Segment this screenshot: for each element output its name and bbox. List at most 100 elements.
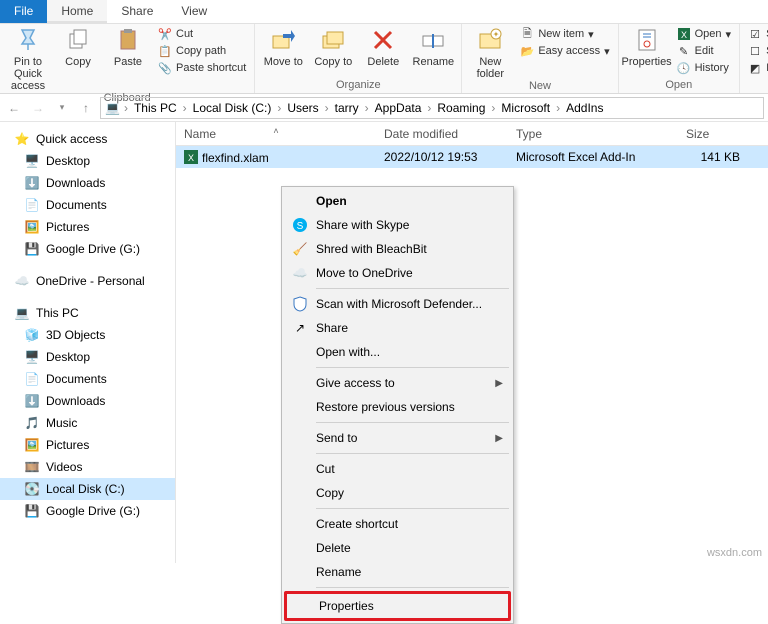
shortcut-icon: 📎 — [158, 61, 172, 75]
ctx-properties[interactable]: Properties — [287, 594, 508, 618]
group-select-label: Select — [746, 79, 768, 91]
edit-btn[interactable]: ✎Edit — [675, 43, 733, 59]
newitem-button[interactable]: 🗎New item ▾ — [518, 26, 611, 42]
crumb[interactable]: This PC — [130, 101, 181, 115]
crumb[interactable]: tarry — [331, 101, 363, 115]
ctx-giveaccess[interactable]: Give access to▶ — [284, 371, 511, 395]
sidebar-quickaccess[interactable]: ⭐Quick access — [0, 128, 175, 150]
col-type[interactable]: Type — [508, 127, 678, 141]
properties-button[interactable]: Properties — [625, 26, 669, 68]
picture-icon: 🖼️ — [24, 219, 40, 235]
sidebar-onedrive[interactable]: ☁️OneDrive - Personal — [0, 270, 175, 292]
cut-button[interactable]: ✂️Cut — [156, 26, 248, 42]
sidebar-documents[interactable]: 📄Documents — [0, 194, 175, 216]
newfolder-button[interactable]: ✦ New folder — [468, 26, 512, 80]
copy-button[interactable]: Copy — [56, 26, 100, 68]
selectnone-btn[interactable]: ☐Select none — [746, 43, 768, 59]
address-bar: ← → ▾ ↑ 💻 › This PC› Local Disk (C:)› Us… — [0, 94, 768, 122]
copy-icon — [64, 26, 92, 54]
ctx-defender[interactable]: Scan with Microsoft Defender... — [284, 292, 511, 316]
ctx-skype[interactable]: SShare with Skype — [284, 213, 511, 237]
sidebar-downloads2[interactable]: ⬇️Downloads — [0, 390, 175, 412]
ctx-cut[interactable]: Cut — [284, 457, 511, 481]
shield-icon — [292, 296, 308, 312]
forward-button[interactable]: → — [28, 98, 48, 118]
sidebar-thispc[interactable]: 💻This PC — [0, 302, 175, 324]
copyto-icon — [319, 26, 347, 54]
sidebar-gdrive2[interactable]: 💾Google Drive (G:) — [0, 500, 175, 522]
sidebar-documents2[interactable]: 📄Documents — [0, 368, 175, 390]
sidebar-3dobjects[interactable]: 🧊3D Objects — [0, 324, 175, 346]
picture-icon: 🖼️ — [24, 437, 40, 453]
sidebar-pictures[interactable]: 🖼️Pictures — [0, 216, 175, 238]
history-btn[interactable]: 🕓History — [675, 60, 733, 76]
invert-btn[interactable]: ◩Invert selection — [746, 60, 768, 76]
breadcrumb-box[interactable]: 💻 › This PC› Local Disk (C:)› Users› tar… — [100, 97, 764, 119]
group-open: Properties XOpen ▾ ✎Edit 🕓History Open — [619, 24, 740, 93]
tab-view[interactable]: View — [167, 0, 221, 23]
copyto-button[interactable]: Copy to — [311, 26, 355, 68]
crumb[interactable]: Roaming — [433, 101, 489, 115]
newitem-icon: 🗎 — [520, 27, 534, 41]
rename-button[interactable]: Rename — [411, 26, 455, 68]
ctx-open[interactable]: Open — [284, 189, 511, 213]
ctx-shortcut[interactable]: Create shortcut — [284, 512, 511, 536]
ctx-openwith[interactable]: Open with... — [284, 340, 511, 364]
sidebar-pictures2[interactable]: 🖼️Pictures — [0, 434, 175, 456]
tab-file[interactable]: File — [0, 0, 47, 23]
open-btn[interactable]: XOpen ▾ — [675, 26, 733, 42]
sidebar-downloads[interactable]: ⬇️Downloads — [0, 172, 175, 194]
pin-button[interactable]: Pin to Quick access — [6, 26, 50, 92]
edit-icon: ✎ — [677, 44, 691, 58]
delete-button[interactable]: Delete — [361, 26, 405, 68]
col-date[interactable]: Date modified — [376, 127, 508, 141]
pc-icon: 💻 — [14, 305, 30, 321]
sidebar-desktop2[interactable]: 🖥️Desktop — [0, 346, 175, 368]
ctx-sendto[interactable]: Send to▶ — [284, 426, 511, 450]
tab-share[interactable]: Share — [107, 0, 167, 23]
crumb[interactable]: AddIns — [562, 101, 607, 115]
document-icon: 📄 — [24, 371, 40, 387]
paste-button[interactable]: Paste — [106, 26, 150, 68]
copypath-icon: 📋 — [158, 44, 172, 58]
moveto-button[interactable]: Move to — [261, 26, 305, 68]
up-button[interactable]: ↑ — [76, 98, 96, 118]
ctx-rename[interactable]: Rename — [284, 560, 511, 584]
sidebar-localdisk[interactable]: 💽Local Disk (C:) — [0, 478, 175, 500]
rename-icon — [419, 26, 447, 54]
nav-pane: ⭐Quick access 🖥️Desktop ⬇️Downloads 📄Doc… — [0, 122, 176, 563]
col-size[interactable]: Size — [678, 127, 748, 141]
col-name[interactable]: ˄Name — [176, 127, 376, 141]
sidebar-gdrive[interactable]: 💾Google Drive (G:) — [0, 238, 175, 260]
video-icon: 🎞️ — [24, 459, 40, 475]
chevron-right-icon: ▶ — [495, 378, 503, 389]
recent-button[interactable]: ▾ — [52, 98, 72, 118]
crumb[interactable]: AppData — [371, 101, 426, 115]
delete-icon — [369, 26, 397, 54]
column-headers[interactable]: ˄Name Date modified Type Size — [176, 122, 768, 146]
crumb[interactable]: Users — [283, 101, 322, 115]
svg-text:X: X — [681, 30, 687, 40]
file-row[interactable]: Xflexfind.xlam 2022/10/12 19:53 Microsof… — [176, 146, 768, 168]
pin-icon — [14, 26, 42, 54]
sidebar-videos[interactable]: 🎞️Videos — [0, 456, 175, 478]
onedrive-icon: ☁️ — [292, 265, 308, 281]
copypath-button[interactable]: 📋Copy path — [156, 43, 248, 59]
sidebar-music[interactable]: 🎵Music — [0, 412, 175, 434]
easyaccess-button[interactable]: 📂Easy access ▾ — [518, 43, 611, 59]
ctx-share[interactable]: ↗Share — [284, 316, 511, 340]
ctx-copy[interactable]: Copy — [284, 481, 511, 505]
ctx-onedrive[interactable]: ☁️Move to OneDrive — [284, 261, 511, 285]
menu-tabstrip: File Home Share View — [0, 0, 768, 24]
crumb[interactable]: Microsoft — [497, 101, 554, 115]
back-button[interactable]: ← — [4, 98, 24, 118]
ribbon: Pin to Quick access Copy Paste ✂️Cut 📋Co… — [0, 24, 768, 94]
ctx-shred[interactable]: 🧹Shred with BleachBit — [284, 237, 511, 261]
ctx-delete[interactable]: Delete — [284, 536, 511, 560]
pasteshortcut-button[interactable]: 📎Paste shortcut — [156, 60, 248, 76]
crumb[interactable]: Local Disk (C:) — [189, 101, 276, 115]
selectall-btn[interactable]: ☑Select all — [746, 26, 768, 42]
sidebar-desktop[interactable]: 🖥️Desktop — [0, 150, 175, 172]
ctx-restore[interactable]: Restore previous versions — [284, 395, 511, 419]
tab-home[interactable]: Home — [47, 0, 107, 23]
